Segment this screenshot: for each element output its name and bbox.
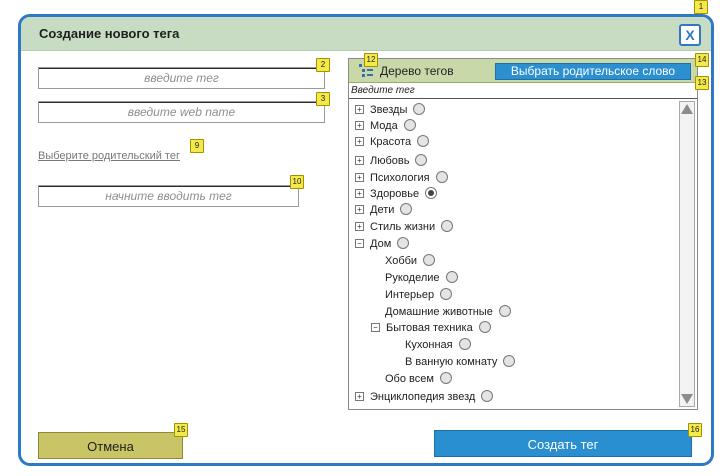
radio-icon[interactable] — [397, 237, 410, 250]
radio-icon[interactable] — [415, 154, 428, 167]
tree-node[interactable]: Интерьер — [385, 287, 453, 303]
annotation-badge: 14 — [695, 53, 709, 67]
radio-icon[interactable] — [417, 135, 430, 148]
cancel-button[interactable]: Отмена — [38, 432, 183, 459]
select-parent-word-button[interactable]: Выбрать родительское слово — [495, 63, 691, 80]
tree-node-label: Интерьер — [385, 289, 435, 301]
start-typing-input[interactable]: начните вводить тег — [38, 185, 299, 207]
radio-icon[interactable] — [441, 220, 454, 233]
expand-icon[interactable]: + — [355, 120, 364, 130]
radio-icon[interactable] — [445, 271, 458, 284]
close-button[interactable]: X — [679, 24, 701, 46]
tree-node-label: Любовь — [370, 155, 410, 167]
tree-node[interactable]: − Дом — [355, 236, 410, 252]
radio-icon-selected[interactable] — [425, 187, 438, 200]
scroll-down-icon[interactable] — [681, 394, 693, 404]
annotation-badge: 3 — [316, 92, 330, 106]
radio-icon[interactable] — [481, 390, 494, 403]
tree-header: Дерево тегов Выбрать родительское слово — [349, 59, 697, 83]
collapse-icon[interactable]: − — [355, 238, 364, 248]
tree-node-label: Дети — [370, 204, 395, 216]
radio-icon[interactable] — [458, 338, 471, 351]
tree-node-label: Кухонная — [405, 339, 453, 351]
tag-input[interactable]: введите тег — [38, 67, 325, 89]
tree-node[interactable]: + Психология — [355, 170, 448, 186]
radio-icon[interactable] — [503, 355, 516, 368]
radio-icon[interactable] — [440, 288, 453, 301]
tree-node-label: В ванную комнату — [405, 356, 498, 368]
tree-node[interactable]: + Здоровье — [355, 186, 438, 202]
annotation-badge: 16 — [688, 423, 702, 437]
tree-header-label: Дерево тегов — [380, 64, 454, 78]
tree-node-label: Здоровье — [370, 188, 420, 200]
tree-node-label: Домашние животные — [385, 306, 493, 318]
tree-node-label: Дом — [370, 238, 392, 250]
dialog-titlebar: Создание нового тега X — [21, 17, 711, 51]
collapse-icon[interactable]: − — [371, 322, 380, 332]
webname-input[interactable]: введите web name — [38, 101, 325, 123]
tag-tree-panel: Дерево тегов Выбрать родительское слово … — [348, 58, 698, 410]
tree-node[interactable]: Хобби — [385, 253, 436, 269]
create-tag-button[interactable]: Создать тег — [434, 430, 692, 457]
annotation-badge: 1 — [694, 0, 708, 14]
tree-node-label: Звезды — [370, 104, 408, 116]
annotation-badge: 13 — [695, 76, 709, 90]
expand-icon[interactable]: + — [355, 172, 364, 182]
annotation-badge: 9 — [190, 139, 204, 153]
tree-node-label: Энциклопедия звезд — [370, 391, 476, 403]
tag-tree-list: + Звезды + Мода + Красота + Любовь + Психолог… — [349, 99, 679, 409]
tree-node[interactable]: В ванную комнату — [405, 354, 516, 370]
tree-node-label: Стиль жизни — [370, 221, 436, 233]
tree-node-label: Обо всем — [385, 373, 434, 385]
tree-node[interactable]: + Мода — [355, 118, 416, 134]
tree-node[interactable]: + Энциклопедия звезд — [355, 389, 494, 405]
radio-icon[interactable] — [435, 171, 448, 184]
tree-node[interactable]: Кухонная — [405, 337, 471, 353]
tree-search-input[interactable]: Введите тег — [349, 83, 697, 99]
dialog-title: Создание нового тега — [39, 26, 180, 41]
select-parent-tag-link[interactable]: Выберите родительский тег — [38, 150, 180, 162]
tree-node[interactable]: + Звезды — [355, 102, 426, 118]
tree-node[interactable]: + Красота — [355, 134, 430, 150]
expand-icon[interactable]: + — [355, 221, 364, 231]
expand-icon[interactable]: + — [355, 104, 364, 114]
scroll-up-icon[interactable] — [681, 104, 693, 114]
radio-icon[interactable] — [400, 203, 413, 216]
radio-icon[interactable] — [439, 372, 452, 385]
tree-node[interactable]: + Дети — [355, 202, 413, 218]
expand-icon[interactable]: + — [355, 155, 364, 165]
expand-icon[interactable]: + — [355, 391, 364, 401]
tree-node[interactable]: + Любовь — [355, 153, 428, 169]
radio-icon[interactable] — [403, 119, 416, 132]
tree-node-label: Психология — [370, 172, 430, 184]
new-tag-dialog: Создание нового тега X введите тег введи… — [18, 14, 714, 466]
tree-node[interactable]: − Бытовая техника — [371, 320, 491, 336]
tree-node[interactable]: Обо всем — [385, 371, 452, 387]
annotation-badge: 2 — [316, 58, 330, 72]
tree-node[interactable]: Домашние животные — [385, 304, 511, 320]
tree-node-label: Красота — [370, 136, 412, 148]
tree-node-label: Бытовая техника — [386, 322, 473, 334]
expand-icon[interactable]: + — [355, 188, 364, 198]
expand-icon[interactable]: + — [355, 136, 364, 146]
tree-node-label: Рукоделие — [385, 272, 440, 284]
annotation-badge: 10 — [290, 175, 304, 189]
radio-icon[interactable] — [413, 103, 426, 116]
tree-scrollbar[interactable] — [679, 101, 695, 407]
radio-icon[interactable] — [478, 321, 491, 334]
radio-icon[interactable] — [498, 305, 511, 318]
tree-node-label: Мода — [370, 120, 398, 132]
annotation-badge: 12 — [364, 53, 378, 67]
expand-icon[interactable]: + — [355, 204, 364, 214]
tree-node[interactable]: Рукоделие — [385, 270, 458, 286]
tree-node[interactable]: + Стиль жизни — [355, 219, 454, 235]
radio-icon[interactable] — [423, 254, 436, 267]
tree-node-label: Хобби — [385, 255, 418, 267]
annotation-badge: 15 — [174, 423, 188, 437]
